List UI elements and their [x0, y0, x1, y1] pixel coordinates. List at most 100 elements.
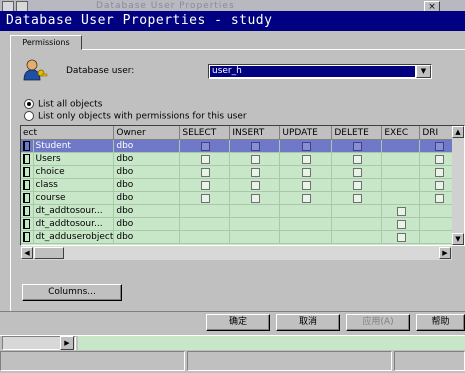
radio-list-all-label: List all objects: [38, 99, 103, 110]
radio-list-some[interactable]: List only objects with permissions for t…: [24, 111, 247, 122]
update-cell: [279, 204, 333, 218]
delete-cell: [331, 230, 383, 244]
horizontal-scroll-thumb[interactable]: [34, 247, 64, 259]
database-user-select[interactable]: user_h ▼: [208, 64, 432, 79]
stored-procedure-icon: [23, 205, 31, 216]
object-name-cell: dt_addtosour...: [33, 217, 115, 231]
column-header-owner[interactable]: Owner: [113, 126, 181, 140]
status-pane: [394, 351, 465, 371]
permissions-grid: ect Owner SELECT INSERT UPDATE DELETE EX…: [20, 125, 465, 246]
radio-list-some-label: List only objects with permissions for t…: [38, 111, 247, 122]
scroll-left-icon[interactable]: ◀: [21, 247, 33, 259]
help-button[interactable]: 帮助: [416, 314, 465, 331]
table-row[interactable]: Student dbo: [21, 139, 459, 153]
delete-cell: [331, 204, 383, 218]
row-icon-cell: [21, 230, 34, 244]
exec-cell: [381, 152, 421, 166]
tab-permissions[interactable]: Permissions: [10, 35, 82, 50]
object-name-cell: choice: [33, 165, 115, 179]
scroll-right-icon[interactable]: ▶: [439, 247, 451, 259]
delete-permission-checkbox[interactable]: [353, 193, 363, 203]
delete-permission-checkbox[interactable]: [353, 180, 363, 190]
select-permission-checkbox[interactable]: [201, 180, 211, 190]
select-permission-checkbox[interactable]: [201, 154, 211, 164]
row-icon-cell: [21, 204, 34, 218]
column-header-select[interactable]: SELECT: [179, 126, 231, 140]
scroll-up-icon[interactable]: ▲: [452, 126, 464, 138]
update-permission-checkbox[interactable]: [302, 193, 312, 203]
update-permission-checkbox[interactable]: [302, 167, 312, 177]
permissions-table: ect Owner SELECT INSERT UPDATE DELETE EX…: [21, 126, 459, 244]
delete-cell: [331, 165, 383, 179]
cancel-button[interactable]: 取消: [276, 314, 340, 331]
insert-permission-checkbox[interactable]: [251, 167, 261, 177]
scroll-down-icon[interactable]: ▼: [452, 233, 464, 245]
object-name-cell: Users: [33, 152, 115, 166]
table-row[interactable]: Users dbo: [21, 152, 459, 166]
update-permission-checkbox[interactable]: [302, 154, 312, 164]
dri-permission-checkbox[interactable]: [435, 180, 445, 190]
delete-permission-checkbox[interactable]: [353, 154, 363, 164]
update-permission-checkbox[interactable]: [302, 141, 312, 151]
delete-permission-checkbox[interactable]: [353, 141, 363, 151]
delete-permission-checkbox[interactable]: [353, 167, 363, 177]
status-pane: [187, 351, 392, 371]
table-row[interactable]: choice dbo: [21, 165, 459, 179]
table-row[interactable]: class dbo: [21, 178, 459, 192]
select-permission-checkbox[interactable]: [201, 193, 211, 203]
column-header-exec[interactable]: EXEC: [381, 126, 421, 140]
delete-cell: [331, 178, 383, 192]
row-icon-cell: [21, 217, 34, 231]
dri-permission-checkbox[interactable]: [435, 193, 445, 203]
insert-cell: [229, 191, 281, 205]
exec-cell: [381, 139, 421, 153]
stored-procedure-icon: [23, 231, 31, 242]
exec-permission-checkbox[interactable]: [397, 219, 407, 229]
dri-permission-checkbox[interactable]: [435, 141, 445, 151]
chevron-down-icon[interactable]: ▼: [416, 65, 431, 78]
table-row[interactable]: dt_addtosour... dbo: [21, 217, 459, 231]
column-header-insert[interactable]: INSERT: [229, 126, 281, 140]
owner-cell: dbo: [113, 217, 181, 231]
select-cell: [179, 191, 231, 205]
radio-dot-icon: [24, 111, 34, 121]
insert-permission-checkbox[interactable]: [251, 141, 261, 151]
select-permission-checkbox[interactable]: [201, 167, 211, 177]
update-cell: [279, 178, 333, 192]
select-permission-checkbox[interactable]: [201, 141, 211, 151]
column-header-delete[interactable]: DELETE: [331, 126, 383, 140]
insert-permission-checkbox[interactable]: [251, 154, 261, 164]
column-header-update[interactable]: UPDATE: [279, 126, 333, 140]
exec-cell: [381, 217, 421, 231]
select-cell: [179, 230, 231, 244]
row-icon-cell: [21, 165, 34, 179]
update-cell: [279, 230, 333, 244]
columns-button[interactable]: Columns...: [22, 284, 122, 301]
exec-permission-checkbox[interactable]: [397, 206, 407, 216]
scroll-right-icon[interactable]: ▶: [60, 336, 74, 350]
insert-cell: [229, 165, 281, 179]
horizontal-scrollbar[interactable]: ◀ ▶: [21, 246, 452, 260]
owner-cell: dbo: [113, 191, 181, 205]
insert-cell: [229, 139, 281, 153]
apply-button[interactable]: 应用(A): [346, 314, 410, 331]
owner-cell: dbo: [113, 139, 181, 153]
table-row[interactable]: course dbo: [21, 191, 459, 205]
table-row[interactable]: dt_adduserobject dbo: [21, 230, 459, 244]
column-header-object[interactable]: ect: [21, 126, 115, 140]
radio-list-all[interactable]: List all objects: [24, 99, 102, 110]
table-row[interactable]: dt_addtosour... dbo: [21, 204, 459, 218]
insert-cell: [229, 204, 281, 218]
exec-permission-checkbox[interactable]: [397, 232, 407, 242]
dri-permission-checkbox[interactable]: [435, 154, 445, 164]
dri-permission-checkbox[interactable]: [435, 167, 445, 177]
insert-permission-checkbox[interactable]: [251, 193, 261, 203]
update-permission-checkbox[interactable]: [302, 180, 312, 190]
insert-permission-checkbox[interactable]: [251, 180, 261, 190]
owner-cell: dbo: [113, 230, 181, 244]
vertical-scrollbar[interactable]: ▲ ▼: [452, 126, 464, 245]
ok-button[interactable]: 确定: [206, 314, 270, 331]
database-user-icon: [23, 59, 48, 81]
status-green-area: [78, 336, 465, 350]
table-icon: [23, 140, 31, 151]
